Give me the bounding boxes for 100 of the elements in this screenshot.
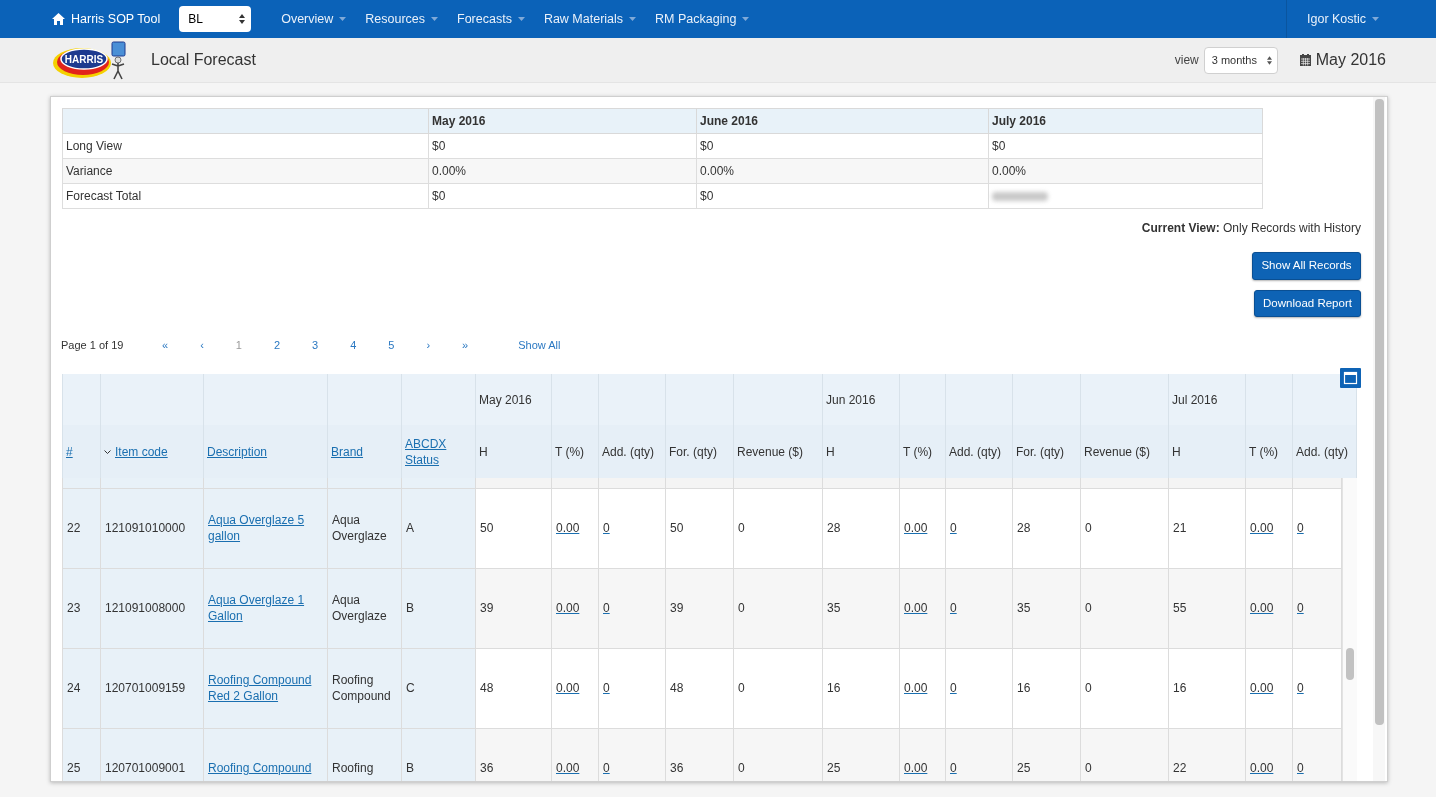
- value-link[interactable]: 0: [603, 521, 610, 535]
- value-link[interactable]: 0.00: [904, 521, 928, 535]
- sort-caret-icon[interactable]: [104, 449, 111, 454]
- column-header-link[interactable]: Brand: [331, 443, 364, 460]
- column-header-link[interactable]: Item code: [115, 443, 168, 460]
- table-cell: $0: [696, 133, 989, 159]
- column-header-link[interactable]: #: [66, 443, 73, 460]
- view-select[interactable]: 3 months: [1203, 46, 1278, 74]
- table-cell: 120701009159: [100, 648, 204, 728]
- show-all-records-button[interactable]: Show All Records: [1252, 252, 1361, 280]
- home-icon: [52, 13, 65, 25]
- scrollbar-thumb[interactable]: [1346, 648, 1354, 680]
- value-link[interactable]: 0.00: [1250, 601, 1274, 615]
- expand-icon[interactable]: [1340, 368, 1361, 388]
- site-select[interactable]: BL: [179, 6, 252, 32]
- value-link[interactable]: 0: [1297, 681, 1304, 695]
- table-scrollbar[interactable]: [1342, 478, 1357, 781]
- table-cell: 23: [62, 568, 101, 648]
- column-header-link[interactable]: ABCDX Status: [405, 435, 472, 468]
- value-link[interactable]: 0: [1297, 521, 1304, 535]
- nav-menu[interactable]: Raw Materials: [543, 9, 637, 29]
- page-link[interactable]: 5: [388, 336, 395, 354]
- value-link[interactable]: 0: [603, 761, 610, 775]
- download-report-button[interactable]: Download Report: [1254, 290, 1361, 317]
- page-link[interactable]: «: [162, 336, 169, 354]
- show-all-link[interactable]: Show All: [518, 336, 561, 354]
- table-cell: 16: [1168, 648, 1246, 728]
- value-link[interactable]: 0: [603, 601, 610, 615]
- table-cell: 48: [665, 648, 734, 728]
- nav-menu[interactable]: Overview: [281, 9, 347, 29]
- value-link[interactable]: 0: [603, 681, 610, 695]
- page-scrollbar[interactable]: [1373, 97, 1385, 781]
- value-link[interactable]: 0.00: [904, 601, 928, 615]
- value-link[interactable]: 0: [1297, 601, 1304, 615]
- table-cell: 39: [475, 568, 552, 648]
- table-cell: $0: [428, 133, 697, 159]
- value-link[interactable]: 0.00: [556, 681, 580, 695]
- table-cell: $0: [696, 183, 989, 209]
- page-link[interactable]: ‹: [200, 336, 204, 354]
- nav-menu[interactable]: RM Packaging: [655, 9, 750, 29]
- value-link[interactable]: 0.00: [904, 761, 928, 775]
- select-arrows-icon: [1266, 55, 1272, 65]
- table-cell: Aqua Overglaze: [327, 488, 402, 568]
- value-link[interactable]: 0.00: [1250, 681, 1274, 695]
- current-view-text: Current View: Only Records with History: [1141, 220, 1361, 236]
- page-link[interactable]: ›: [426, 336, 431, 354]
- row-label: Forecast Total: [62, 183, 429, 209]
- page-link[interactable]: »: [462, 336, 469, 354]
- table-cell: 25: [822, 728, 900, 781]
- column-header: May 2016: [428, 108, 697, 134]
- table-cell: 21: [1168, 488, 1246, 568]
- value-link[interactable]: 0: [950, 681, 957, 695]
- scrollbar-thumb[interactable]: [1374, 99, 1384, 725]
- table-cell: 36: [475, 728, 552, 781]
- page-link[interactable]: 2: [273, 336, 281, 354]
- nav-menu[interactable]: Forecasts: [457, 9, 525, 29]
- user-menu[interactable]: Igor Kostic: [1307, 9, 1380, 29]
- value-link[interactable]: 0: [1297, 761, 1304, 775]
- table-cell: 39: [665, 568, 734, 648]
- row-label: Variance: [62, 158, 429, 184]
- table-cell: 0: [1080, 728, 1169, 781]
- table-cell: 22: [1168, 728, 1246, 781]
- table-cell: Aqua Overglaze: [327, 568, 402, 648]
- value-link[interactable]: 0.00: [1250, 761, 1274, 775]
- row-label: Long View: [62, 133, 429, 159]
- table-cell: 16: [822, 648, 900, 728]
- table-cell: A: [401, 488, 476, 568]
- value-link[interactable]: 0.00: [556, 601, 580, 615]
- table-cell: 55: [1168, 568, 1246, 648]
- page-link[interactable]: 4: [350, 336, 357, 354]
- table-cell: 24: [62, 648, 101, 728]
- table-cell: B: [401, 568, 476, 648]
- table-cell: 0: [733, 488, 823, 568]
- home-link[interactable]: Harris SOP Tool: [52, 9, 161, 29]
- value-link[interactable]: 0.00: [1250, 521, 1274, 535]
- column-header-link[interactable]: Description: [207, 443, 268, 460]
- caret-icon: [431, 17, 438, 21]
- table-cell: 0: [1080, 488, 1169, 568]
- value-link[interactable]: 0: [950, 521, 957, 535]
- value-link[interactable]: 0: [950, 601, 957, 615]
- page-link[interactable]: 3: [312, 336, 319, 354]
- table-cell: 121091008000: [100, 568, 204, 648]
- nav-menu[interactable]: Resources: [365, 9, 438, 29]
- value-link[interactable]: 0.00: [556, 761, 580, 775]
- value-link[interactable]: 0.00: [556, 521, 580, 535]
- table-cell: 25: [62, 728, 101, 781]
- value-link[interactable]: 0.00: [904, 681, 928, 695]
- table-cell: $0: [988, 133, 1263, 159]
- caret-icon: [339, 17, 347, 21]
- value-link[interactable]: 0: [950, 761, 957, 775]
- table-cell: 28: [822, 488, 900, 568]
- table-cell: 35: [1012, 568, 1081, 648]
- table-cell: 28: [1012, 488, 1081, 568]
- table-cell: 0: [733, 648, 823, 728]
- table-cell: 0.00%: [696, 158, 989, 184]
- table-cell: 0: [1080, 648, 1169, 728]
- table-cell: Roofing: [327, 728, 402, 781]
- page-summary: Page 1 of 19: [61, 337, 125, 353]
- caret-icon: [1372, 17, 1380, 21]
- column-header: July 2016: [988, 108, 1263, 134]
